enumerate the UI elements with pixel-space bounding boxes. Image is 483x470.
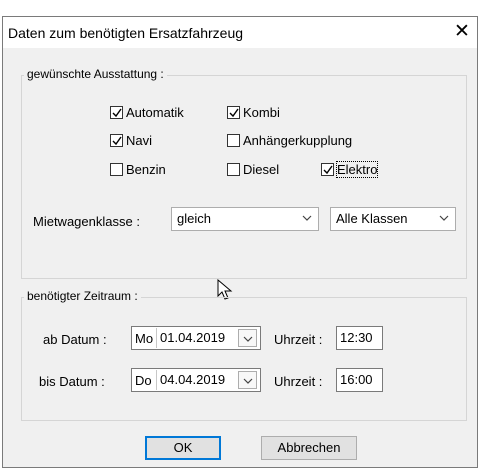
checkbox-automatik-box[interactable] xyxy=(110,106,123,119)
divider xyxy=(156,328,157,348)
zeitraum-legend: benötigter Zeitraum : xyxy=(24,289,141,303)
checkbox-elektro[interactable]: Elektro xyxy=(321,161,401,178)
checkbox-automatik-label: Automatik xyxy=(126,105,184,120)
bis-datum-picker[interactable]: Do 04.04.2019 xyxy=(131,368,261,392)
mietwagenklasse-value: gleich xyxy=(177,211,211,226)
checkbox-anhaengerkupplung-label: Anhängerkupplung xyxy=(243,133,353,148)
check-icon xyxy=(229,108,239,118)
bis-uhrzeit-label: Uhrzeit : xyxy=(274,374,323,389)
bis-date-value[interactable]: 04.04.2019 xyxy=(160,372,225,387)
divider xyxy=(156,370,157,390)
close-icon[interactable]: ✕ xyxy=(449,20,475,44)
bis-date-dropdown[interactable] xyxy=(238,371,257,389)
ab-date-value[interactable]: 01.04.2019 xyxy=(160,330,225,345)
klassen-value: Alle Klassen xyxy=(336,211,408,226)
ab-datum-label: ab Datum : xyxy=(43,332,107,347)
mietwagenklasse-label: Mietwagenklasse : xyxy=(33,214,140,229)
checkbox-kombi-box[interactable] xyxy=(227,106,240,119)
checkbox-diesel-box[interactable] xyxy=(227,163,240,176)
checkbox-navi[interactable]: Navi xyxy=(110,133,200,149)
chevron-down-icon xyxy=(439,215,449,221)
checkbox-kombi[interactable]: Kombi xyxy=(227,105,317,121)
zeitraum-group xyxy=(21,297,467,421)
ab-time-value: 12:30 xyxy=(340,330,373,345)
checkbox-automatik[interactable]: Automatik xyxy=(110,105,200,121)
checkbox-anhaengerkupplung-box[interactable] xyxy=(227,134,240,147)
checkbox-elektro-box[interactable] xyxy=(321,163,334,176)
checkbox-diesel[interactable]: Diesel xyxy=(227,162,307,178)
ab-date-dropdown[interactable] xyxy=(238,329,257,347)
checkbox-elektro-label: Elektro xyxy=(335,161,379,178)
chevron-down-icon xyxy=(302,215,312,221)
checkbox-kombi-label: Kombi xyxy=(243,105,280,120)
chevron-down-icon xyxy=(243,336,253,342)
bis-time-input[interactable]: 16:00 xyxy=(336,368,383,392)
checkbox-benzin[interactable]: Benzin xyxy=(110,162,200,178)
cancel-button[interactable]: Abbrechen xyxy=(261,436,357,460)
checkbox-diesel-label: Diesel xyxy=(243,162,280,177)
ab-datum-picker[interactable]: Mo 01.04.2019 xyxy=(131,326,261,350)
mietwagenklasse-select[interactable]: gleich xyxy=(171,207,319,231)
bis-datum-label: bis Datum : xyxy=(39,374,105,389)
klassen-select[interactable]: Alle Klassen xyxy=(330,207,456,231)
check-icon xyxy=(323,165,333,175)
checkbox-navi-box[interactable] xyxy=(110,134,123,147)
check-icon xyxy=(112,108,122,118)
ausstattung-legend: gewünschte Ausstattung : xyxy=(24,67,167,81)
checkbox-navi-label: Navi xyxy=(126,133,153,148)
title-bar: Daten zum benötigten Ersatzfahrzeug ✕ xyxy=(3,17,477,48)
bis-time-value: 16:00 xyxy=(340,372,373,387)
checkbox-benzin-label: Benzin xyxy=(126,162,166,177)
ab-uhrzeit-label: Uhrzeit : xyxy=(274,332,323,347)
ok-button[interactable]: OK xyxy=(145,436,221,460)
ab-time-input[interactable]: 12:30 xyxy=(336,326,383,350)
dialog-window: Daten zum benötigten Ersatzfahrzeug ✕ ge… xyxy=(2,16,478,468)
chevron-down-icon xyxy=(243,378,253,384)
checkbox-anhaengerkupplung[interactable]: Anhängerkupplung xyxy=(227,133,387,149)
window-title: Daten zum benötigten Ersatzfahrzeug xyxy=(8,25,244,41)
checkbox-benzin-box[interactable] xyxy=(110,163,123,176)
check-icon xyxy=(112,136,122,146)
ab-weekday: Mo xyxy=(135,331,154,346)
bis-weekday: Do xyxy=(135,373,152,388)
